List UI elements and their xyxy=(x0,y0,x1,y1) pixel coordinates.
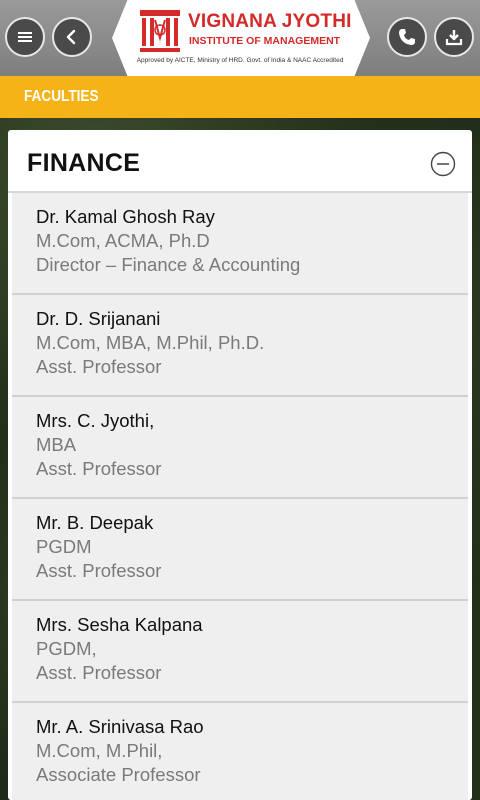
list-item[interactable]: Mr. B. Deepak PGDM Asst. Professor xyxy=(12,499,468,601)
phone-icon xyxy=(399,29,415,45)
app-header: VIGNANA JYOTHI INSTITUTE OF MANAGEMENT A… xyxy=(0,0,480,76)
faculty-list: Dr. Kamal Ghosh Ray M.Com, ACMA, Ph.D Di… xyxy=(12,193,468,800)
list-item[interactable]: Dr. Kamal Ghosh Ray M.Com, ACMA, Ph.D Di… xyxy=(12,193,468,295)
faculty-qualification: PGDM xyxy=(36,536,92,557)
faculty-role: Asst. Professor xyxy=(36,662,162,683)
institute-emblem-icon xyxy=(140,10,180,52)
list-item[interactable]: Mrs. Sesha Kalpana PGDM, Asst. Professor xyxy=(12,601,468,703)
download-icon xyxy=(445,30,463,46)
faculty-qualification: M.Com, MBA, M.Phil, Ph.D. xyxy=(36,332,265,353)
logo-title: VIGNANA JYOTHI xyxy=(188,11,352,32)
faculty-name: Mrs. C. Jyothi, xyxy=(36,410,155,431)
download-button[interactable] xyxy=(434,17,474,57)
menu-icon xyxy=(18,32,32,42)
collapse-icon[interactable] xyxy=(430,151,456,177)
department-card: FINANCE Dr. Kamal Ghosh Ray M.Com, ACMA,… xyxy=(8,130,472,800)
section-bar: FACULTIES xyxy=(0,76,480,118)
list-item[interactable]: Dr. D. Srijanani M.Com, MBA, M.Phil, Ph.… xyxy=(12,295,468,397)
logo-subtitle: INSTITUTE OF MANAGEMENT xyxy=(189,35,341,47)
back-button[interactable] xyxy=(52,17,92,57)
list-item[interactable]: Mrs. C. Jyothi, MBA Asst. Professor xyxy=(12,397,468,499)
section-title: FACULTIES xyxy=(24,88,99,105)
faculty-qualification: M.Com, ACMA, Ph.D xyxy=(36,230,210,251)
faculty-role: Asst. Professor xyxy=(36,560,162,581)
menu-button[interactable] xyxy=(5,17,45,57)
faculty-role: Asst. Professor xyxy=(36,458,162,479)
faculty-role: Associate Professor xyxy=(36,764,201,785)
faculty-name: Mr. B. Deepak xyxy=(36,512,154,533)
faculty-name: Dr. Kamal Ghosh Ray xyxy=(36,206,215,227)
faculty-name: Mr. A. Srinivasa Rao xyxy=(36,716,204,737)
back-icon xyxy=(66,29,76,45)
list-item[interactable]: Mr. A. Srinivasa Rao M.Com, M.Phil, Asso… xyxy=(12,703,468,800)
faculty-qualification: MBA xyxy=(36,434,77,455)
department-title: FINANCE xyxy=(27,149,141,177)
faculty-name: Dr. D. Srijanani xyxy=(36,308,161,329)
faculty-role: Director – Finance & Accounting xyxy=(36,254,301,275)
faculty-qualification: M.Com, M.Phil, xyxy=(36,740,163,761)
call-button[interactable] xyxy=(387,17,427,57)
faculty-qualification: PGDM, xyxy=(36,638,97,659)
faculty-role: Asst. Professor xyxy=(36,356,162,377)
faculty-name: Mrs. Sesha Kalpana xyxy=(36,614,203,635)
logo-approval-text: Approved by AICTE, Ministry of HRD. Govt… xyxy=(136,57,344,64)
